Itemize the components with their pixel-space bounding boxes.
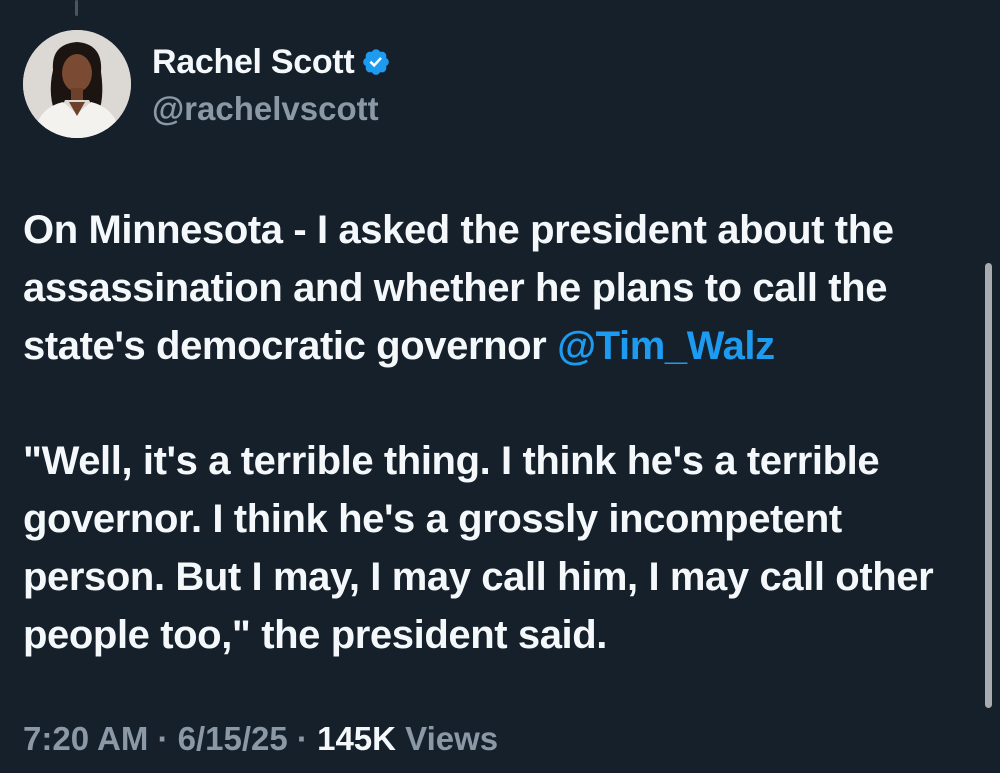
views-count[interactable]: 145K	[317, 720, 396, 757]
tweet-paragraph-1: On Minnesota - I asked the president abo…	[23, 201, 973, 375]
verified-badge-icon	[361, 47, 391, 77]
avatar[interactable]	[23, 30, 131, 138]
author-name-row[interactable]: Rachel Scott	[152, 42, 391, 82]
tweet-meta: 7:20 AM · 6/15/25 · 145K Views	[23, 718, 498, 760]
thread-connector-line	[75, 0, 78, 16]
views-label: Views	[395, 720, 499, 757]
scrollbar-thumb[interactable]	[985, 263, 992, 708]
meta-separator: ·	[287, 720, 318, 757]
author-display-name[interactable]: Rachel Scott	[152, 42, 355, 82]
avatar-image	[23, 30, 131, 138]
mention-link[interactable]: @Tim_Walz	[557, 324, 775, 368]
tweet-time[interactable]: 7:20 AM	[23, 720, 148, 757]
tweet-paragraph-2: "Well, it's a terrible thing. I think he…	[23, 439, 934, 657]
meta-separator: ·	[148, 720, 178, 757]
author-handle[interactable]: @rachelvscott	[152, 89, 379, 129]
tweet-date[interactable]: 6/15/25	[178, 720, 288, 757]
tweet-body: On Minnesota - I asked the president abo…	[23, 201, 973, 664]
